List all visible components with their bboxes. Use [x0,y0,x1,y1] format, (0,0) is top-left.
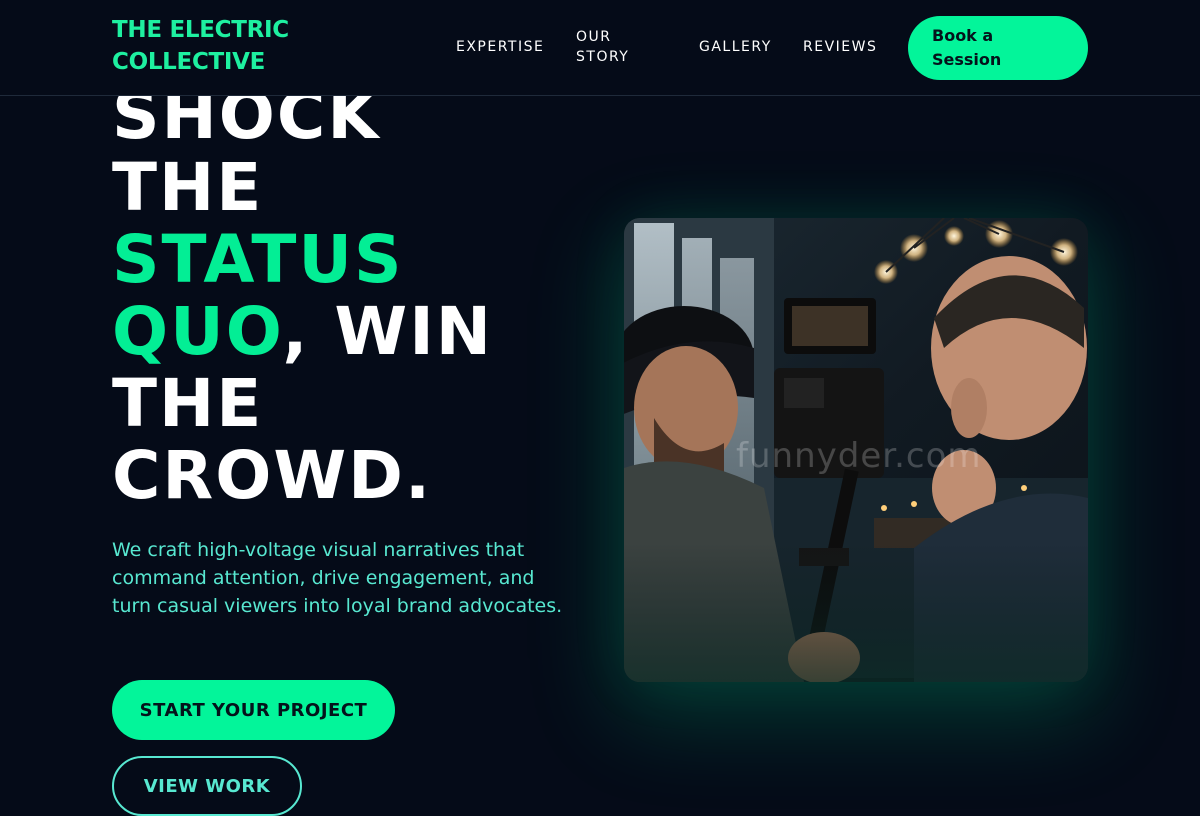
hero-title-accent: QUO [112,293,283,370]
brand-logo-line2: COLLECTIVE [112,49,266,75]
nav-reviews-link[interactable]: REVIEWS [803,37,877,57]
hero-title-text: , WIN [282,293,494,370]
view-work-button[interactable]: VIEW WORK [112,756,302,816]
book-session-button[interactable]: Book a Session [908,16,1088,80]
nav-expertise-link[interactable]: EXPERTISE [456,37,544,57]
image-watermark: funnyder.com [736,436,982,476]
hero-photo: funnyder.com [624,218,1088,682]
nav-our-story-link[interactable]: OUR STORY [576,27,656,67]
hero-title-line: THE [112,149,264,226]
hero-subtitle: We craft high-voltage visual narratives … [112,539,563,617]
hero-title-accent: STATUS [112,221,404,298]
nav-gallery-link[interactable]: GALLERY [699,37,772,57]
hero-title-line: CROWD. [112,437,433,514]
hero-title-line: QUO, WIN [112,296,572,368]
hero-title: SHOCK THE STATUS QUO, WIN THE CROWD. [112,80,572,512]
brand-logo-line1: THE ELECTRIC [112,17,289,43]
site-header: THE ELECTRIC COLLECTIVE EXPERTISE OUR ST… [0,0,1200,96]
brand-logo[interactable]: THE ELECTRIC COLLECTIVE [112,14,312,78]
start-project-button[interactable]: START YOUR PROJECT [112,680,395,740]
hero-title-line: THE [112,365,264,442]
